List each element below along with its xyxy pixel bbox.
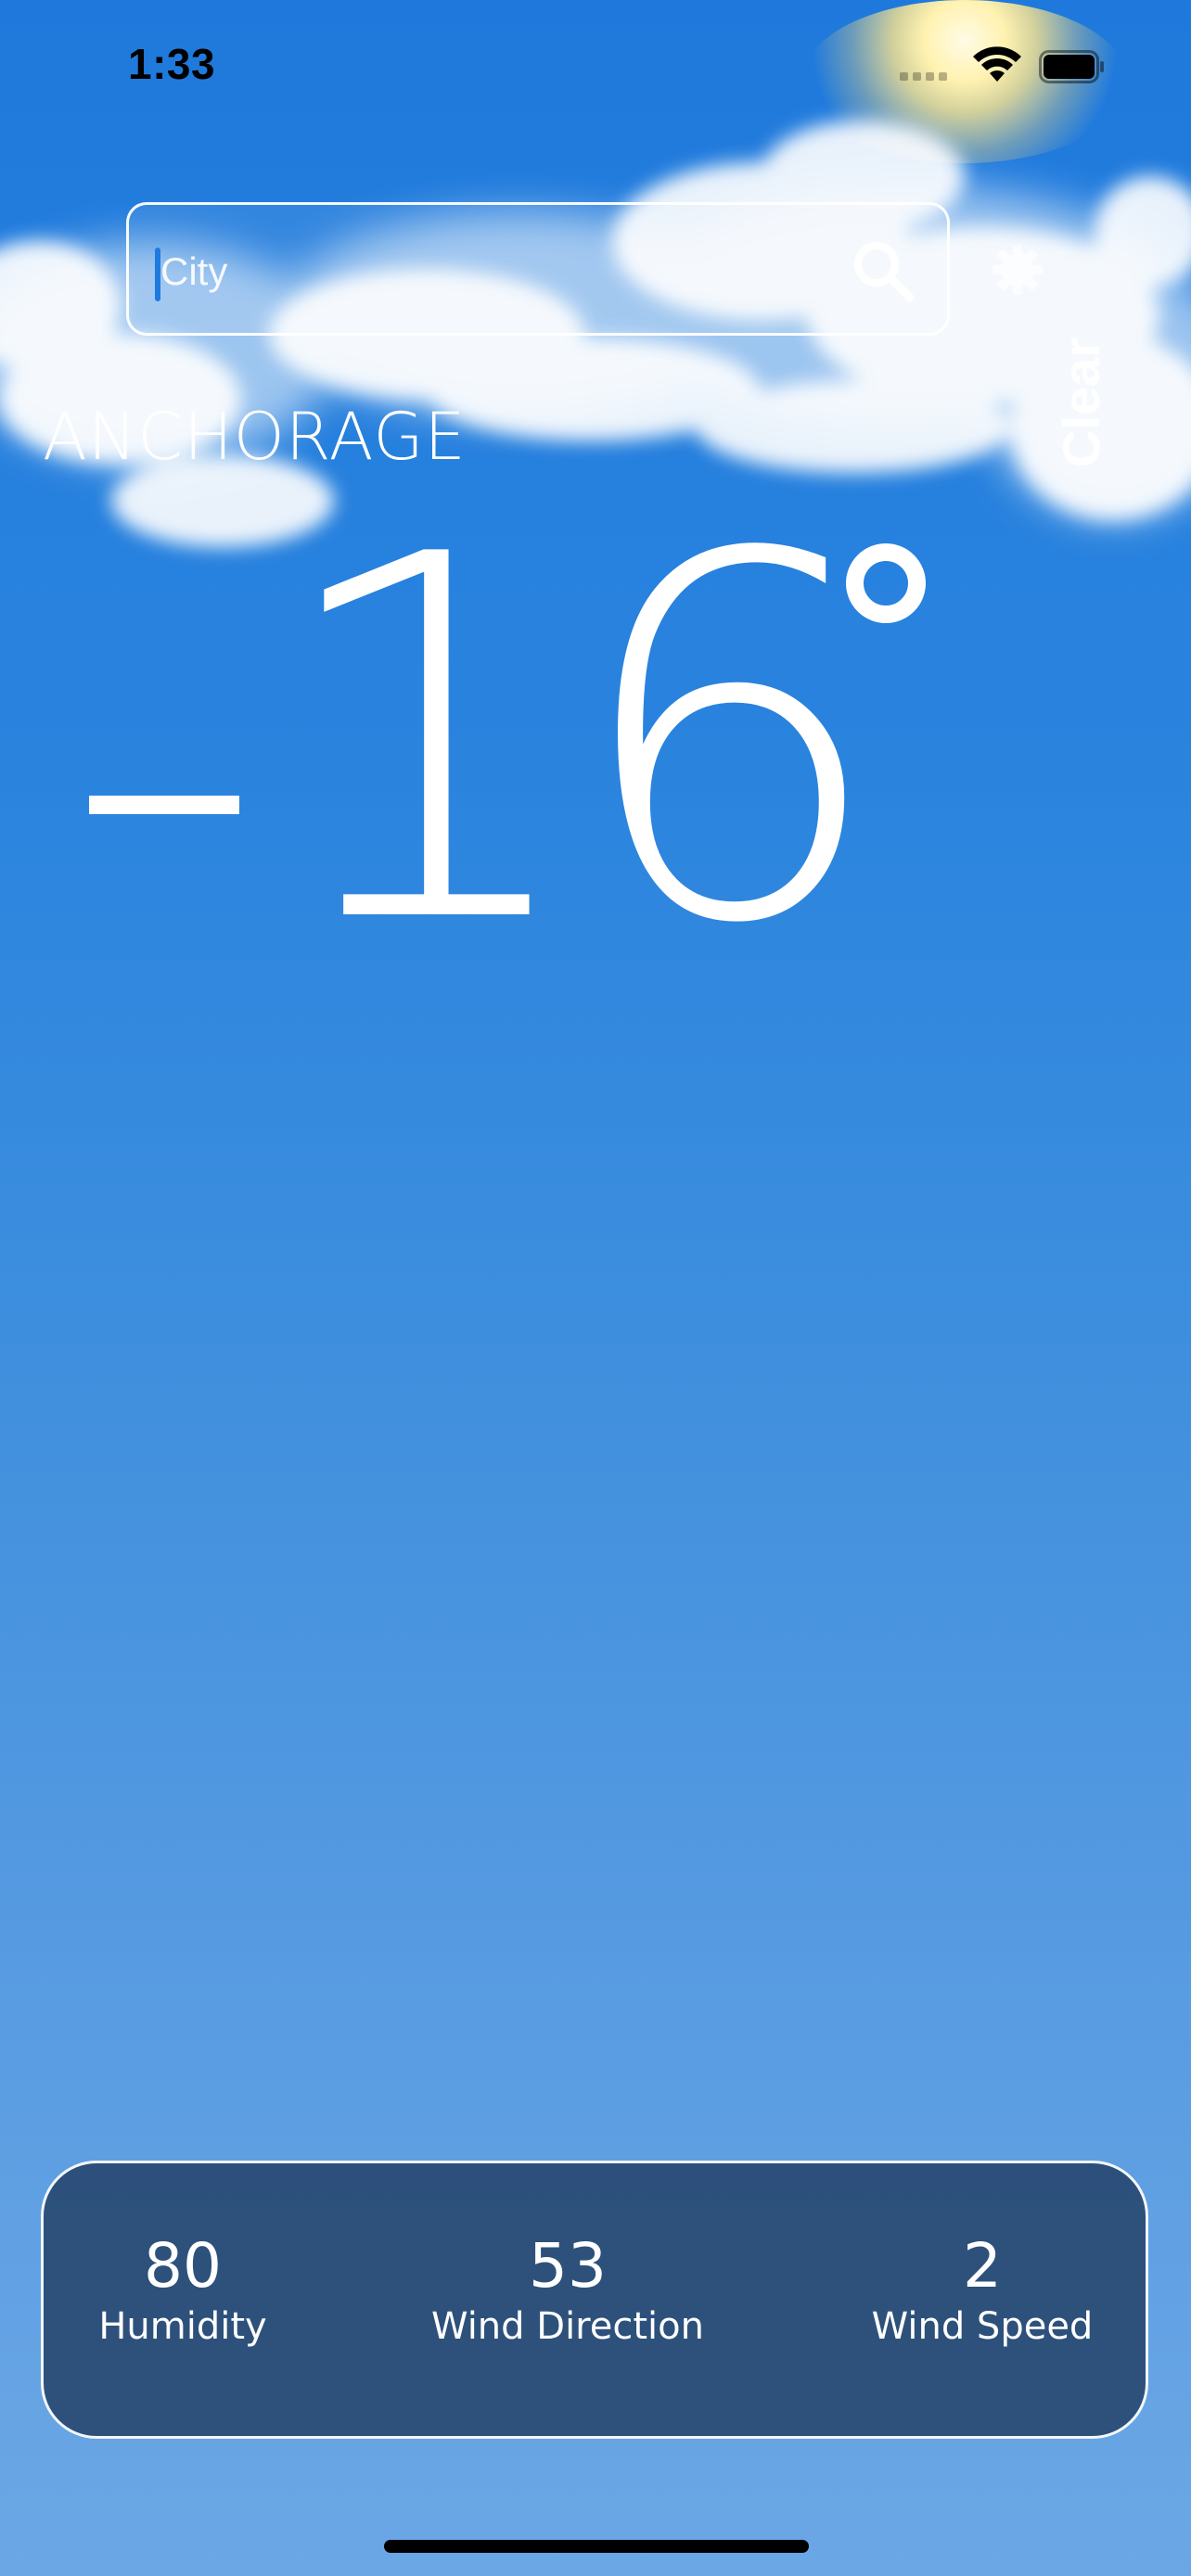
status-time: 1:33	[128, 40, 216, 88]
home-indicator[interactable]	[384, 2540, 809, 2553]
city-search-box	[126, 202, 950, 336]
temperature-value: 16	[269, 451, 888, 1033]
gear-icon[interactable]	[991, 243, 1044, 297]
temperature-minus-sign	[89, 796, 239, 814]
humidity-stat: 80 Humidity	[98, 2232, 266, 2353]
wind-speed-label: Wind Speed	[871, 2305, 1094, 2348]
cellular-signal-icon	[900, 72, 947, 81]
magnifying-glass-icon[interactable]	[849, 236, 919, 307]
humidity-label: Humidity	[98, 2305, 267, 2348]
wind-direction-stat: 53 Wind Direction	[431, 2232, 704, 2353]
wind-speed-value: 2	[962, 2230, 1002, 2302]
weather-screen: { "status_bar": { "time": "1:33", "signa…	[0, 0, 1191, 2576]
wind-direction-label: Wind Direction	[431, 2305, 704, 2348]
wind-speed-stat: 2 Wind Speed	[872, 2232, 1094, 2353]
city-search-input[interactable]	[157, 242, 865, 301]
wifi-icon	[973, 46, 1021, 82]
humidity-value: 80	[144, 2230, 222, 2302]
wind-direction-value: 53	[529, 2230, 607, 2302]
weather-condition: Clear	[1052, 337, 1110, 467]
degree-symbol	[846, 543, 926, 623]
status-bar: 1:33	[0, 0, 1191, 139]
battery-icon	[1039, 50, 1104, 83]
weather-stats-card: 80 Humidity 53 Wind Direction 2 Wind Spe…	[41, 2161, 1148, 2439]
